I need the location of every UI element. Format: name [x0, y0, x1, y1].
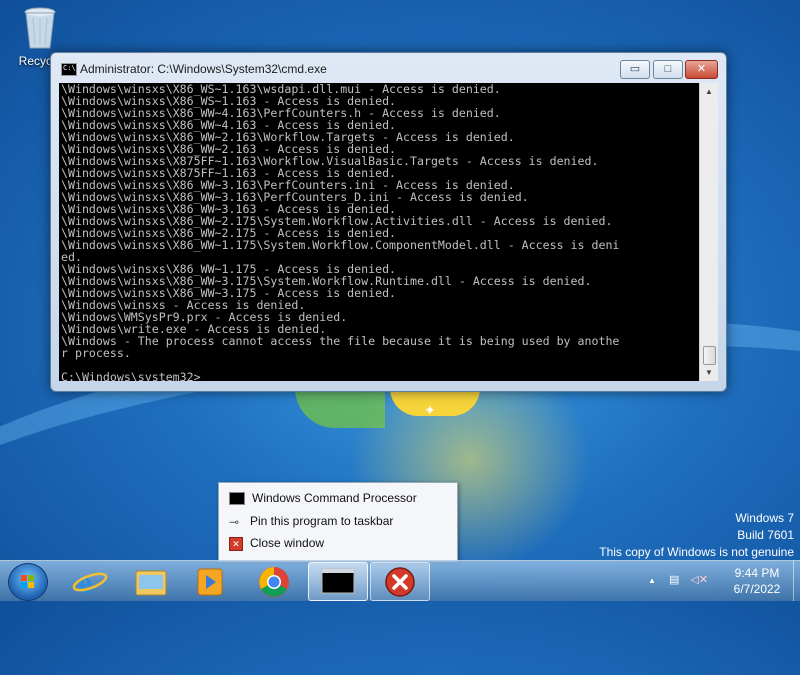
window-title: Administrator: C:\Windows\System32\cmd.e… — [80, 62, 327, 76]
wallpaper-sparkle: ✦ — [424, 402, 436, 418]
cmd-icon — [229, 492, 245, 506]
watermark-notice: This copy of Windows is not genuine — [599, 545, 794, 559]
jump-item-label: Windows Command Processor — [252, 491, 417, 505]
scroll-thumb[interactable] — [703, 346, 716, 365]
recycle-bin-icon — [24, 7, 56, 49]
maximize-icon: □ — [664, 63, 672, 75]
jump-item-close-window[interactable]: ✕ Close window — [229, 533, 324, 553]
pin-icon: ⊸ — [229, 514, 240, 529]
error-icon — [385, 567, 415, 597]
taskbar-jump-list: Windows Command Processor ⊸ Pin this prog… — [218, 482, 458, 562]
minimize-button[interactable]: ▭ — [620, 60, 650, 79]
cmd-titlebar[interactable]: C:\ Administrator: C:\Windows\System32\c… — [51, 53, 726, 83]
scroll-down-arrow-icon[interactable]: ▼ — [700, 364, 718, 381]
scroll-up-arrow-icon[interactable]: ▲ — [700, 83, 718, 100]
taskbar-internet-explorer[interactable]: e — [62, 563, 118, 600]
jump-item-windows-command-processor[interactable]: Windows Command Processor — [229, 488, 417, 508]
close-window-icon: ✕ — [229, 536, 243, 551]
volume-muted-icon[interactable]: ◁✕ — [690, 574, 708, 586]
console-line: C:\Windows\system32> — [61, 370, 201, 381]
taskbar: e ▲ ▤ ◁✕ 9:44 PM 6/7/2022 — [0, 560, 800, 601]
maximize-button[interactable]: □ — [653, 60, 683, 79]
internet-explorer-icon: e — [72, 564, 108, 600]
jump-item-label: Pin this program to taskbar — [250, 514, 394, 528]
chrome-icon — [259, 567, 289, 597]
jump-item-pin-to-taskbar[interactable]: ⊸ Pin this program to taskbar — [229, 511, 393, 531]
media-player-icon — [197, 568, 223, 596]
close-icon: ✕ — [696, 63, 707, 75]
tray-expand-icon[interactable]: ▲ — [648, 576, 656, 585]
minimize-icon: ▭ — [629, 63, 641, 75]
cmd-icon: C:\ — [61, 63, 77, 76]
clock-date: 6/7/2022 — [733, 582, 781, 596]
system-tray: ▲ ▤ ◁✕ — [648, 573, 708, 586]
console-line: \Windows\winsxs\X86_WW~1.175\System.Work… — [61, 238, 620, 252]
show-desktop-button[interactable] — [793, 561, 800, 601]
network-icon[interactable]: ▤ — [669, 574, 679, 586]
watermark-build: Build 7601 — [737, 528, 794, 542]
cmd-icon-text: C:\ — [63, 64, 76, 72]
console-line: r process. — [61, 346, 131, 360]
cmd-window[interactable]: C:\ Administrator: C:\Windows\System32\c… — [50, 52, 727, 392]
jump-item-label: Close window — [250, 536, 325, 550]
taskbar-error-app[interactable] — [370, 562, 430, 601]
close-button[interactable]: ✕ — [685, 60, 718, 79]
taskbar-windows-explorer[interactable] — [122, 563, 178, 599]
start-button[interactable] — [8, 563, 48, 601]
taskbar-media-player[interactable] — [182, 563, 238, 599]
console-text: \Windows\winsxs\X86_WS~1.163\wsdapi.dll.… — [59, 83, 699, 381]
taskbar-chrome[interactable] — [246, 563, 302, 599]
console-line: \Windows - The process cannot access the… — [61, 334, 620, 348]
clock[interactable]: 9:44 PM 6/7/2022 — [718, 565, 796, 597]
start-orb-icon — [21, 575, 35, 589]
taskbar-cmd[interactable] — [308, 562, 368, 601]
watermark-os: Windows 7 — [735, 511, 794, 525]
clock-time: 9:44 PM — [734, 566, 780, 580]
windows-explorer-icon — [135, 570, 167, 596]
cmd-icon — [321, 568, 355, 594]
console-output[interactable]: \Windows\winsxs\X86_WS~1.163\wsdapi.dll.… — [59, 83, 699, 381]
console-scrollbar[interactable]: ▲ ▼ — [699, 83, 718, 381]
genuine-watermark: Windows 7 Build 7601 This copy of Window… — [599, 510, 794, 561]
